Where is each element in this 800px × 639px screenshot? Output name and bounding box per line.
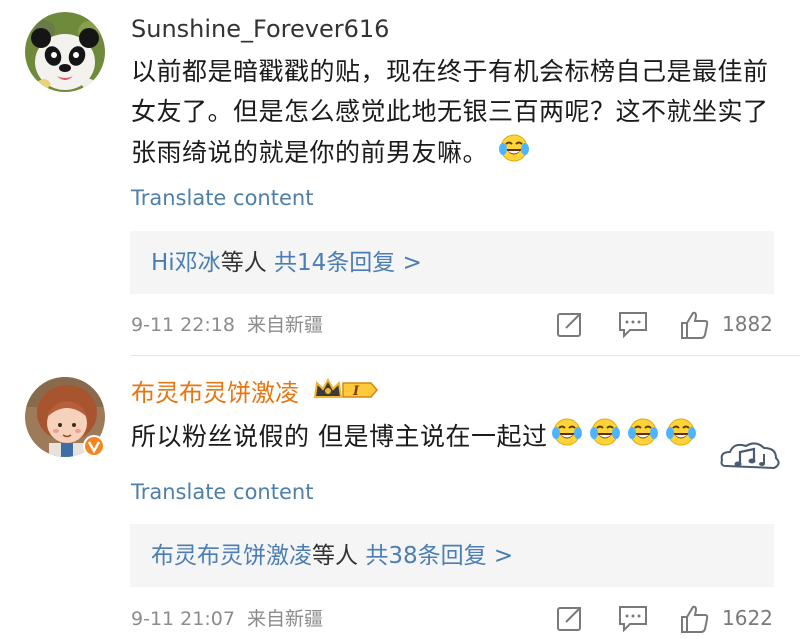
comment-meta: 9-11 22:18 来自新疆 [131,312,323,338]
reply-others-label: 等人 [312,543,358,569]
laughing-tears-icon [549,416,585,460]
reply-summary[interactable]: Hi邓冰等人 共14条回复 > [130,231,774,294]
like-icon[interactable] [680,604,710,638]
comment-text: 以前都是暗戳戳的贴，现在终于有机会标榜自己是最佳前女友了。但是怎么感觉此地无银三… [131,52,771,176]
share-icon[interactable] [556,310,584,342]
comment-item: 布灵布灵饼激凌 I 所以粉丝说假的 但是博主说在一起过 Translate co… [0,356,800,639]
level-badge-text: I [352,384,360,399]
comment-text: 所以粉丝说假的 但是博主说在一起过 [131,416,791,460]
reply-summary[interactable]: 布灵布灵饼激凌等人 共38条回复 > [130,524,774,587]
share-icon[interactable] [556,604,584,636]
music-cloud-sticker-icon [720,438,782,478]
reply-user-names[interactable]: Hi邓冰 [151,250,221,276]
panda-avatar-icon [25,12,105,92]
reply-others-label: 等人 [220,250,267,276]
reply-summary-text: Hi邓冰等人 共14条回复 > [151,247,422,279]
translate-link[interactable]: Translate content [131,184,313,212]
comment-icon[interactable] [618,310,648,342]
laughing-tears-icon [663,416,699,460]
like-count: 1882 [722,312,773,336]
username[interactable]: Sunshine_Forever616 [131,13,389,45]
comment-actions: 1622 [556,604,776,634]
verified-v-icon [83,435,105,461]
comment-date: 9-11 22:18 [131,314,235,336]
vip-crown-badge-icon: I [313,377,379,411]
reply-user-names[interactable]: 布灵布灵饼激凌 [151,543,312,569]
translate-link[interactable]: Translate content [131,478,313,506]
comment-meta: 9-11 21:07 来自新疆 [131,606,323,632]
comment-item: Sunshine_Forever616 以前都是暗戳戳的贴，现在终于有机会标榜自… [0,0,800,350]
reply-count-link[interactable]: 共38条回复 > [365,543,513,569]
reply-summary-text: 布灵布灵饼激凌等人 共38条回复 > [151,540,513,572]
comment-date: 9-11 21:07 [131,608,235,630]
reply-count-link[interactable]: 共14条回复 > [274,250,422,276]
avatar[interactable] [25,12,105,92]
comment-location: 来自新疆 [247,608,324,630]
comment-body: 以前都是暗戳戳的贴，现在终于有机会标榜自己是最佳前女友了。但是怎么感觉此地无银三… [131,57,769,167]
comment-icon[interactable] [618,604,648,636]
comment-actions: 1882 [556,310,776,340]
laughing-tears-icon [587,416,623,460]
username-text: 布灵布灵饼激凌 [131,379,299,407]
laughing-tears-icon [498,132,530,176]
comment-body: 所以粉丝说假的 但是博主说在一起过 [131,422,548,451]
like-count: 1622 [722,606,773,630]
username[interactable]: 布灵布灵饼激凌 I [131,377,379,411]
laughing-tears-icon [625,416,661,460]
comment-location: 来自新疆 [247,314,324,336]
like-icon[interactable] [680,310,710,344]
